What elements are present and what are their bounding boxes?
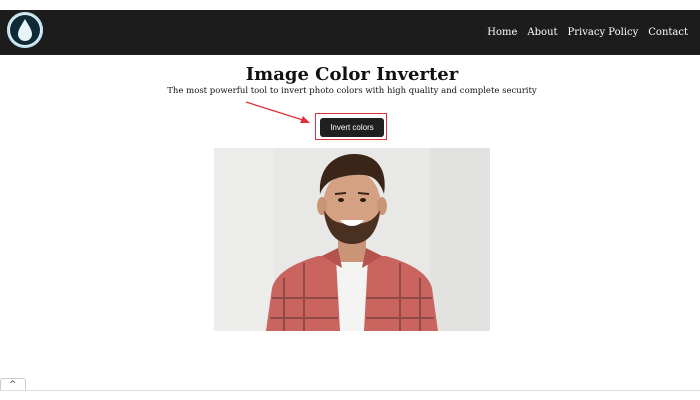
nav-links: Home About Privacy Policy Contact	[487, 10, 688, 55]
site-logo[interactable]	[7, 12, 43, 48]
page-title: Image Color Inverter	[245, 64, 459, 85]
page-subtitle: The most powerful tool to invert photo c…	[167, 86, 537, 96]
water-drop-icon	[10, 15, 40, 45]
portrait-photo	[214, 148, 490, 331]
chevron-up-icon: ^	[9, 380, 17, 390]
invert-colors-button[interactable]: Invert colors	[320, 118, 384, 137]
navbar: Home About Privacy Policy Contact	[0, 10, 700, 55]
footer-divider	[0, 390, 700, 391]
top-strip	[0, 0, 700, 10]
nav-contact-link[interactable]: Contact	[648, 27, 688, 38]
nav-about-link[interactable]: About	[527, 27, 557, 38]
annotation-arrow	[245, 101, 310, 123]
nav-home-link[interactable]: Home	[487, 27, 517, 38]
nav-privacy-policy-link[interactable]: Privacy Policy	[568, 27, 639, 38]
preview-image	[214, 148, 490, 331]
scroll-to-top-button[interactable]: ^	[0, 378, 26, 390]
